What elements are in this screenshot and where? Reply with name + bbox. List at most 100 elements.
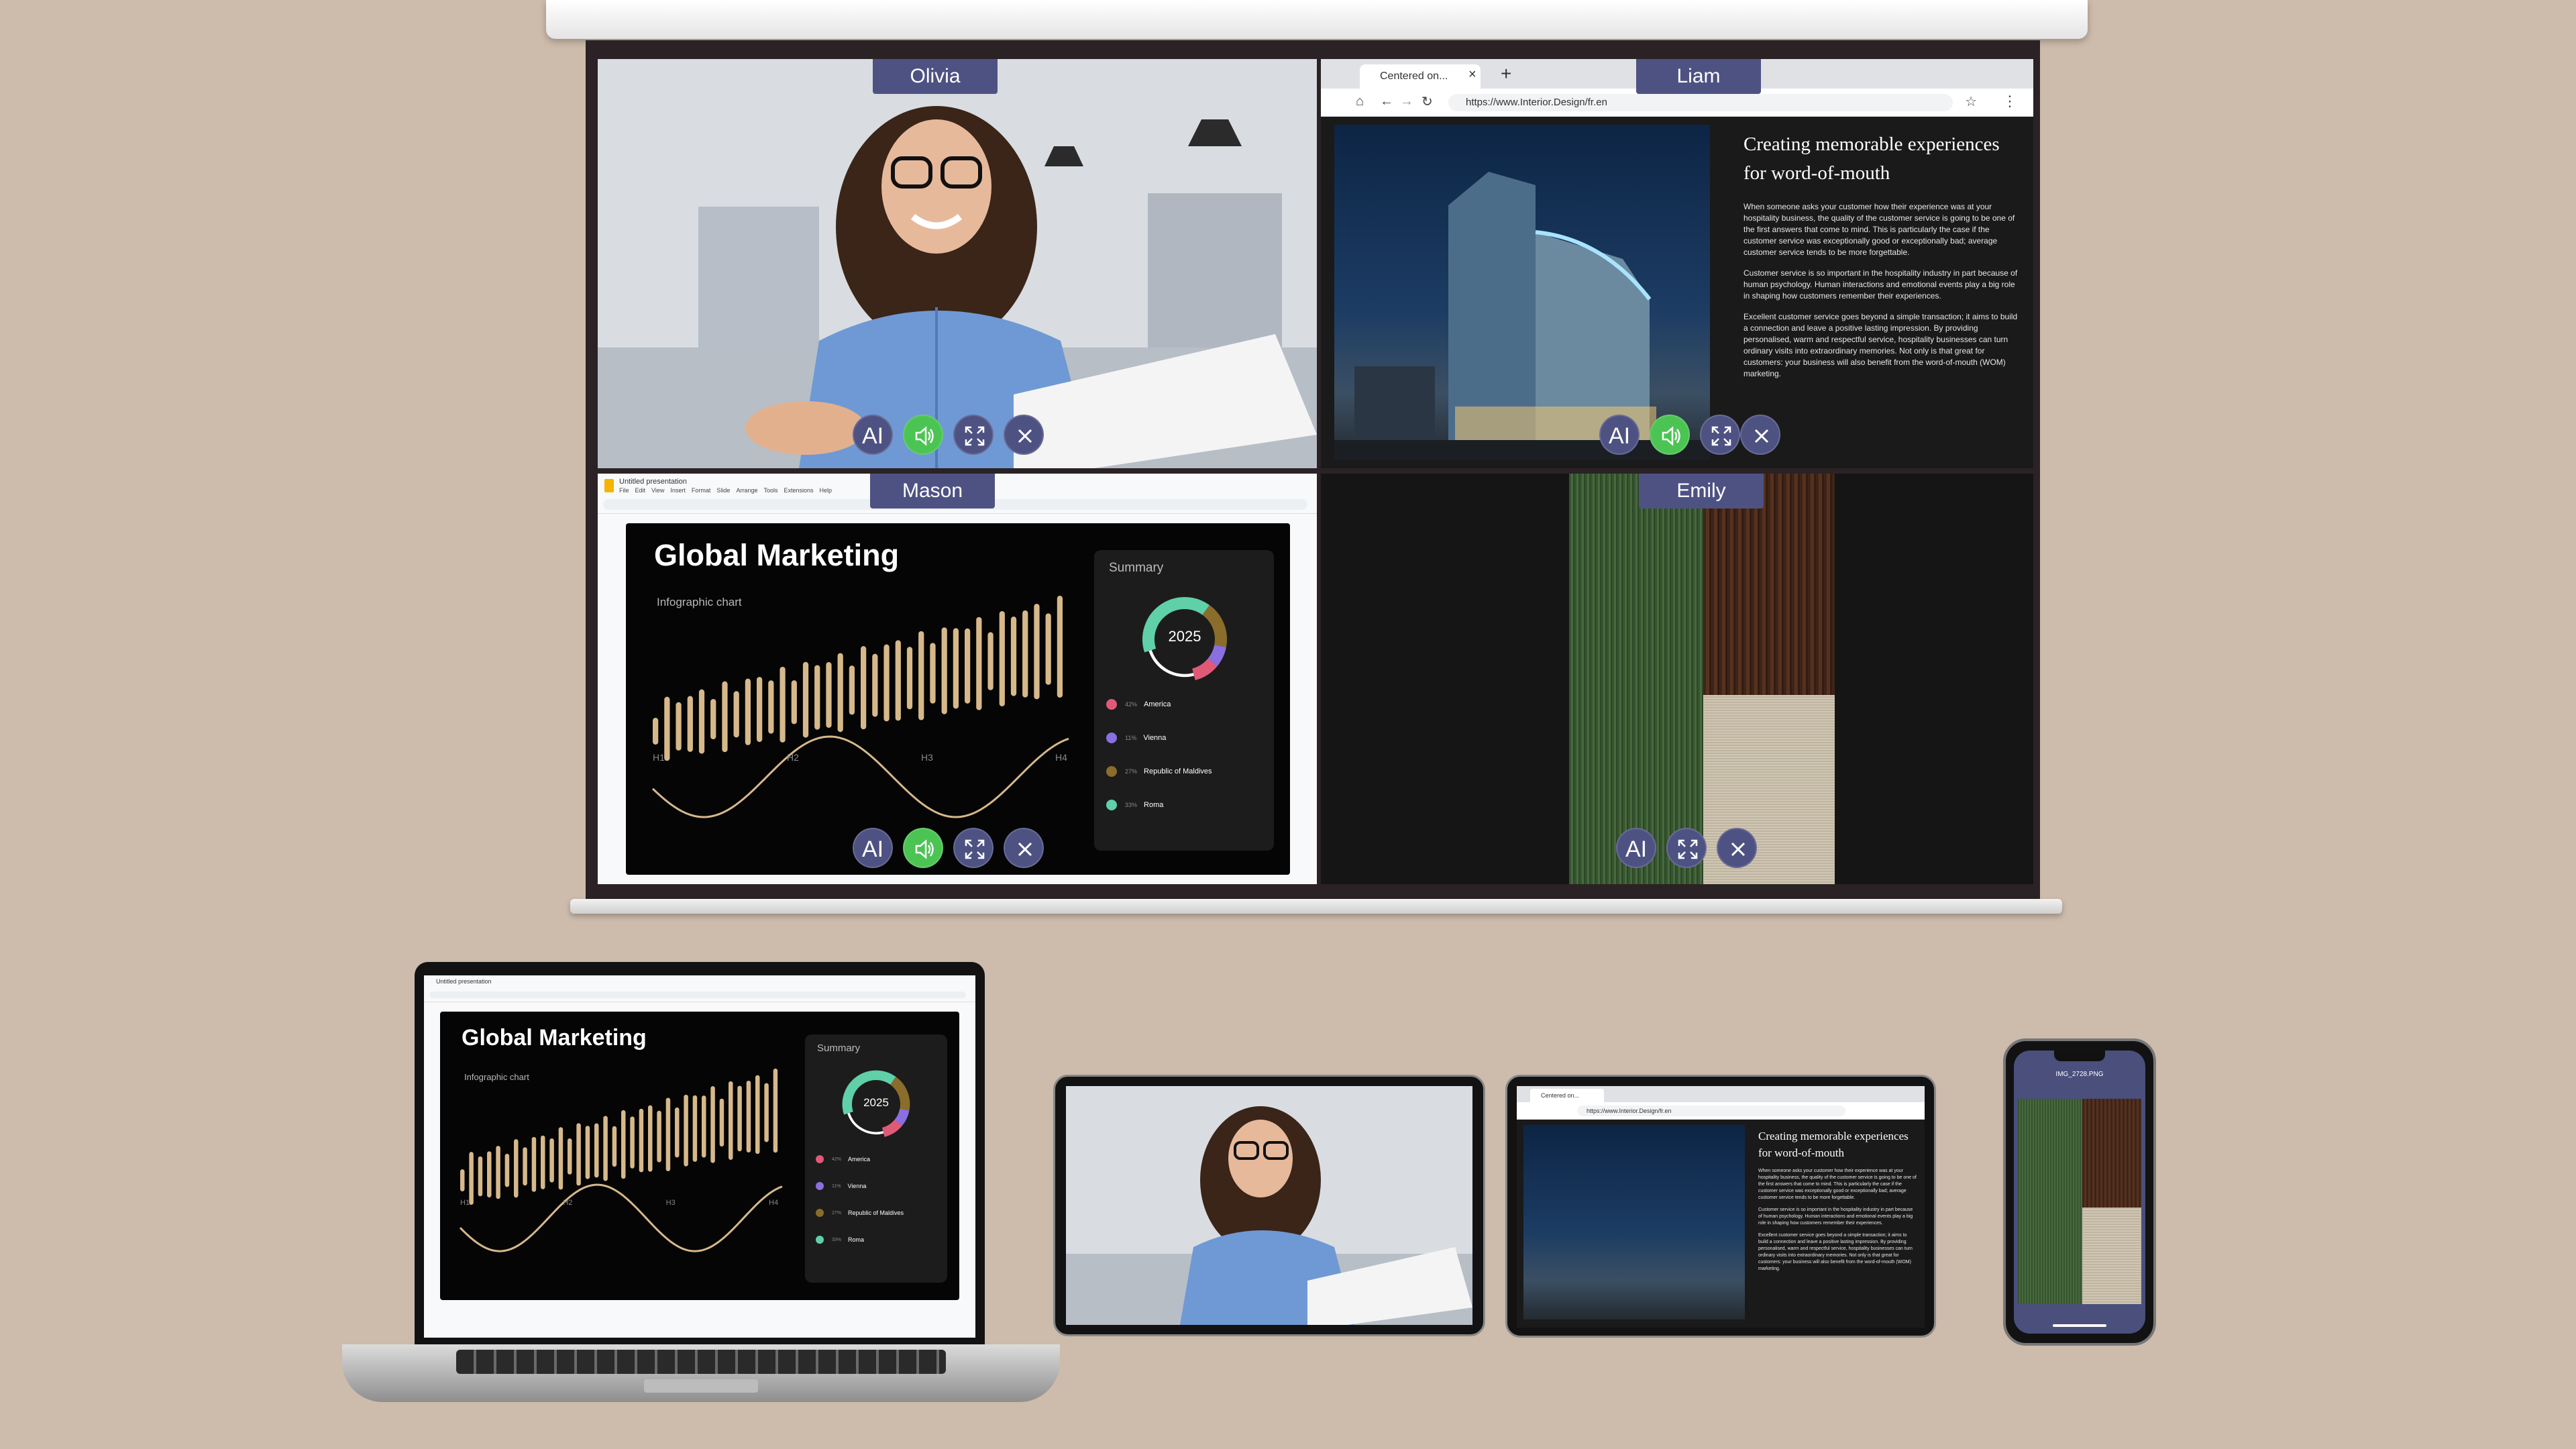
- legend-label: Roma: [1144, 801, 1164, 809]
- fullscreen-icon[interactable]: [1700, 415, 1740, 455]
- close-icon[interactable]: [1717, 828, 1757, 868]
- chart-bar: [941, 627, 947, 714]
- chart-bar: [698, 689, 705, 754]
- forward-icon[interactable]: →: [1400, 94, 1413, 109]
- menu-item[interactable]: File: [619, 487, 629, 494]
- article: Creating memorable experiences for word-…: [1758, 1128, 1918, 1273]
- close-icon[interactable]: [1004, 415, 1044, 455]
- ai-button[interactable]: AI: [1599, 415, 1640, 455]
- chart-bar: [549, 1138, 554, 1183]
- legend-item: 42% America: [816, 1155, 870, 1163]
- chart-bar: [576, 1123, 581, 1186]
- legend-percent: 11%: [832, 1183, 841, 1189]
- browser-tab: Centered on...: [1530, 1089, 1604, 1102]
- ai-button[interactable]: AI: [1616, 828, 1656, 868]
- menu-item[interactable]: Tools: [763, 487, 777, 494]
- close-icon[interactable]: [1004, 828, 1044, 868]
- donut-segment: [881, 1119, 902, 1137]
- speaker-icon[interactable]: [1650, 415, 1690, 455]
- menu-item[interactable]: View: [651, 487, 664, 494]
- summary-panel: Summary 2025 42% America 11% Vienna 27% Repub…: [805, 1034, 947, 1283]
- slide-canvas: Global Marketing Infographic chart H1 H2 H…: [626, 523, 1290, 875]
- legend-color-dot: [816, 1236, 824, 1244]
- chart-bar: [692, 1095, 698, 1162]
- video-tile-mason[interactable]: Untitled presentation File Edit View Insert…: [598, 474, 1317, 884]
- home-icon[interactable]: ⌂: [1356, 94, 1364, 109]
- legend-label: America: [1144, 700, 1171, 708]
- back-icon[interactable]: ←: [1380, 94, 1393, 109]
- chart-bar: [469, 1152, 474, 1205]
- donut-segment: [1148, 649, 1194, 678]
- menu-item[interactable]: Edit: [635, 487, 646, 494]
- legend-item: 27% Republic of Maldives: [1106, 766, 1212, 777]
- close-icon[interactable]: [1740, 415, 1780, 455]
- green-fabric-swatch: [2018, 1099, 2082, 1304]
- donut-segment: [1208, 645, 1226, 667]
- url-field[interactable]: https://www.Interior.Design/fr.en: [1448, 94, 1953, 111]
- menu-item[interactable]: Help: [820, 487, 833, 494]
- video-tile-liam[interactable]: Centered on... × + ⌂ ← → ↻ https://www.I…: [1321, 59, 2033, 468]
- menu-item[interactable]: Insert: [670, 487, 686, 494]
- chart-period-label: H3: [666, 1199, 676, 1207]
- menu-icon[interactable]: ⋮: [2002, 93, 2017, 110]
- close-tab-icon[interactable]: ×: [1468, 67, 1477, 83]
- chart-bar: [653, 718, 659, 745]
- new-tab-icon[interactable]: +: [1501, 63, 1511, 85]
- fullscreen-icon[interactable]: [1666, 828, 1707, 868]
- donut-segment: [1191, 658, 1218, 681]
- chart-bar: [558, 1127, 564, 1190]
- participant-name-tag: Liam: [1636, 59, 1761, 94]
- slides-logo-icon: [604, 479, 614, 492]
- phone-screen: IMG_2728.PNG: [2014, 1051, 2145, 1334]
- chart-bar: [1057, 596, 1063, 698]
- tablet-video: [1053, 1075, 1485, 1336]
- menu-item[interactable]: Slide: [716, 487, 730, 494]
- chart-bar: [621, 1110, 626, 1179]
- fullscreen-icon[interactable]: [953, 828, 994, 868]
- formatting-toolbar: [429, 991, 966, 998]
- document-title: Untitled presentation: [436, 978, 492, 985]
- article-paragraph: When someone asks your customer how thei…: [1743, 202, 2015, 257]
- tablet-screen: [1066, 1086, 1472, 1325]
- chart-bar: [665, 1097, 671, 1171]
- ai-button[interactable]: AI: [853, 415, 893, 455]
- legend-label: Vienna: [847, 1183, 867, 1189]
- ai-button[interactable]: AI: [853, 828, 893, 868]
- menu-item[interactable]: Format: [692, 487, 711, 494]
- star-icon[interactable]: ☆: [1965, 93, 1977, 110]
- video-tile-emily[interactable]: Emily AI: [1321, 474, 2033, 884]
- chart-bar: [987, 632, 994, 690]
- chart-bar: [737, 1085, 742, 1152]
- reload-icon[interactable]: ↻: [1421, 93, 1433, 110]
- laptop-keyboard: [456, 1350, 946, 1374]
- projector-screen: Olivia AI Centered on... × + ⌂ ← → ↻ htt…: [586, 40, 2040, 900]
- legend-percent: 27%: [832, 1210, 842, 1216]
- chart-bar: [514, 1139, 519, 1198]
- speaker-icon[interactable]: [903, 828, 943, 868]
- chart-bar: [906, 647, 913, 710]
- legend-label: Vienna: [1143, 734, 1167, 742]
- chart-bar: [953, 628, 959, 709]
- chart-bar: [1022, 610, 1028, 698]
- chart-bar: [746, 1080, 751, 1152]
- legend-percent: 27%: [1125, 768, 1138, 775]
- browser-tab[interactable]: Centered on...: [1360, 64, 1481, 89]
- speaker-icon[interactable]: [903, 415, 943, 455]
- legend-percent: 42%: [832, 1157, 842, 1162]
- menu-item[interactable]: Arrange: [736, 487, 757, 494]
- chart-bar: [657, 1110, 661, 1163]
- web-page: Creating memorable experiences for word-…: [1517, 1120, 1925, 1328]
- chart-bar: [755, 1075, 760, 1155]
- chart-bar: [872, 653, 878, 717]
- chart-bar: [930, 643, 936, 704]
- legend-item: 33% Roma: [1106, 800, 1163, 810]
- menu-item[interactable]: Extensions: [784, 487, 813, 494]
- projector-screen-bar: [570, 899, 2062, 914]
- document-title[interactable]: Untitled presentation: [619, 478, 687, 486]
- tablet-screen: Centered on... https://www.Interior.Desi…: [1517, 1086, 1925, 1328]
- video-tile-olivia[interactable]: Olivia AI: [598, 59, 1317, 468]
- laptop-screen: Untitled presentation Global Marketing I…: [415, 962, 985, 1344]
- chart-bar: [675, 1107, 680, 1158]
- chart-period-label: H1: [653, 752, 665, 763]
- fullscreen-icon[interactable]: [953, 415, 994, 455]
